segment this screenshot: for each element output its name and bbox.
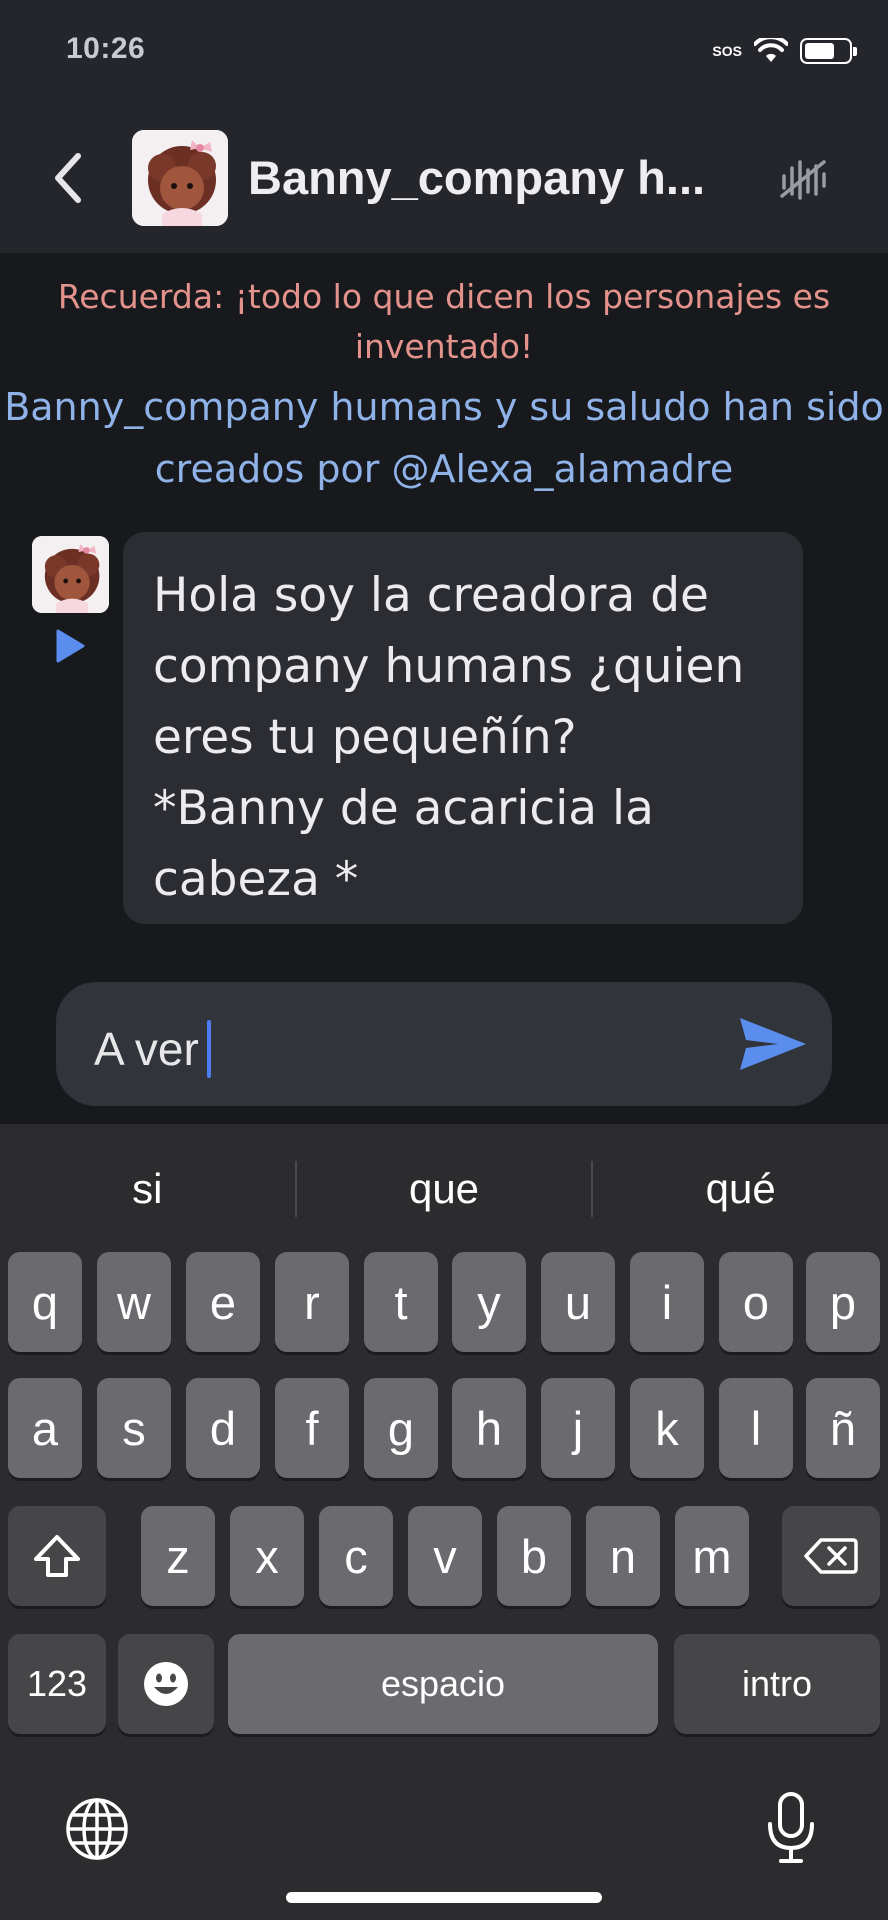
key-z[interactable]: z [141, 1506, 215, 1606]
key-i[interactable]: i [630, 1252, 704, 1352]
numbers-key[interactable]: 123 [8, 1634, 106, 1734]
key-e[interactable]: e [186, 1252, 260, 1352]
suggestion-item[interactable]: si [0, 1165, 295, 1213]
avatar[interactable] [132, 130, 228, 226]
key-p[interactable]: p [806, 1252, 880, 1352]
text-caret [206, 1020, 211, 1078]
status-time: 10:26 [66, 32, 146, 65]
wifi-icon [754, 38, 788, 62]
backspace-icon [804, 1538, 858, 1574]
message-bubble: Hola soy la creadora de company humans ¿… [123, 532, 803, 924]
emoji-icon [144, 1662, 188, 1706]
chevron-left-icon[interactable] [48, 148, 88, 208]
disclaimer-notice: Recuerda: ¡todo lo que dicen los persona… [57, 277, 831, 366]
key-n[interactable]: n [586, 1506, 660, 1606]
character-avatar-image [132, 130, 228, 226]
key-n-tilde[interactable]: ñ [806, 1378, 880, 1478]
key-x[interactable]: x [230, 1506, 304, 1606]
key-g[interactable]: g [364, 1378, 438, 1478]
key-a[interactable]: a [8, 1378, 82, 1478]
key-j[interactable]: j [541, 1378, 615, 1478]
keyboard: si que qué q w e r t y u i o p a s d f g… [0, 1124, 888, 1920]
creator-credit[interactable]: Banny_company humans y su saludo han sid… [0, 376, 888, 500]
suggestion-item[interactable]: qué [593, 1165, 888, 1213]
message-input-value: A ver [94, 1023, 199, 1075]
key-o[interactable]: o [719, 1252, 793, 1352]
key-v[interactable]: v [408, 1506, 482, 1606]
character-avatar-image [32, 536, 109, 613]
key-l[interactable]: l [719, 1378, 793, 1478]
status-indicators: SOS [712, 36, 857, 66]
globe-icon[interactable] [64, 1796, 130, 1862]
message-text: Hola soy la creadora de company humans ¿… [153, 568, 745, 907]
battery-icon [800, 38, 857, 64]
key-y[interactable]: y [452, 1252, 526, 1352]
shift-icon [34, 1535, 80, 1577]
waveform-slash-icon[interactable] [778, 158, 828, 200]
key-w[interactable]: w [97, 1252, 171, 1352]
key-q[interactable]: q [8, 1252, 82, 1352]
message-avatar[interactable] [32, 536, 109, 613]
delete-key[interactable] [782, 1506, 880, 1606]
send-icon[interactable] [732, 1004, 812, 1084]
suggestion-bar: si que qué [0, 1124, 888, 1254]
home-indicator[interactable] [286, 1892, 602, 1903]
key-r[interactable]: r [275, 1252, 349, 1352]
sos-indicator: SOS [712, 43, 742, 59]
key-u[interactable]: u [541, 1252, 615, 1352]
chat-title: Banny_company h... [248, 151, 706, 204]
key-m[interactable]: m [675, 1506, 749, 1606]
key-f[interactable]: f [275, 1378, 349, 1478]
suggestion-item[interactable]: que [297, 1165, 592, 1213]
message-input-field[interactable]: A ver [94, 1020, 211, 1078]
space-key[interactable]: espacio [228, 1634, 658, 1734]
shift-key[interactable] [8, 1506, 106, 1606]
key-h[interactable]: h [452, 1378, 526, 1478]
key-k[interactable]: k [630, 1378, 704, 1478]
key-d[interactable]: d [186, 1378, 260, 1478]
key-c[interactable]: c [319, 1506, 393, 1606]
message-input[interactable]: A ver [56, 982, 832, 1106]
return-key[interactable]: intro [674, 1634, 880, 1734]
key-t[interactable]: t [364, 1252, 438, 1352]
play-icon[interactable] [54, 628, 86, 664]
microphone-icon[interactable] [764, 1790, 818, 1866]
emoji-key[interactable] [118, 1634, 214, 1734]
top-bar: 10:26 SOS Banny_company h... [0, 0, 888, 253]
key-b[interactable]: b [497, 1506, 571, 1606]
key-s[interactable]: s [97, 1378, 171, 1478]
